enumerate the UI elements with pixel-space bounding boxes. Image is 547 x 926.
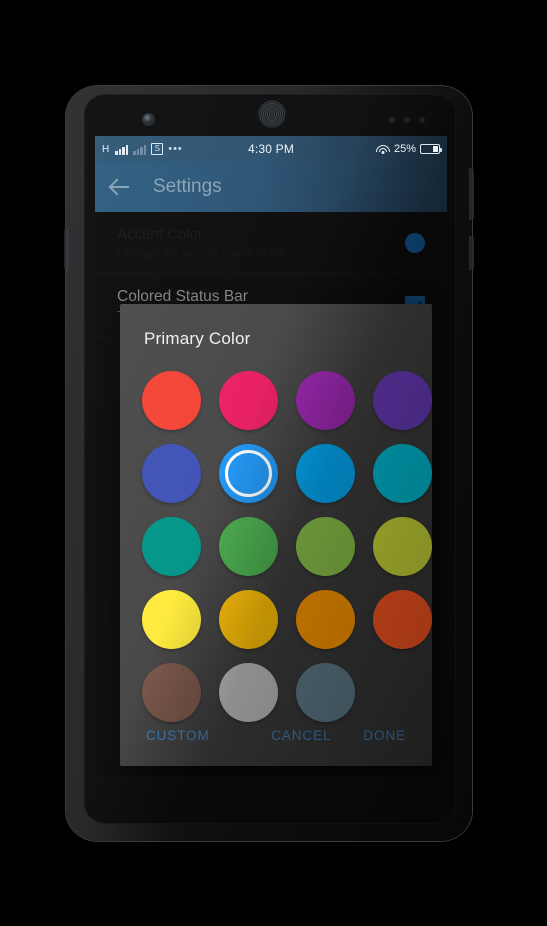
dialog-actions: CUSTOM CANCEL DONE	[120, 704, 432, 766]
color-swatch-light-green[interactable]	[296, 517, 355, 576]
wifi-icon	[375, 144, 390, 155]
primary-color-dialog: Primary Color CUSTOM CANCEL DONE	[120, 304, 432, 766]
color-swatch-purple[interactable]	[296, 371, 355, 430]
volume-button[interactable]	[469, 236, 474, 270]
status-bar: H S ••• 4:30 PM 25%	[95, 136, 447, 162]
front-camera-icon	[143, 114, 154, 125]
notification-led-icon	[419, 117, 425, 123]
color-swatch-yellow[interactable]	[142, 590, 201, 649]
color-swatch-lime[interactable]	[373, 517, 432, 576]
color-swatch-orange[interactable]	[296, 590, 355, 649]
page-title: Settings	[153, 176, 222, 197]
status-bar-right: 25%	[271, 143, 442, 155]
arrow-back-icon[interactable]	[109, 176, 131, 198]
color-swatch-teal[interactable]	[142, 517, 201, 576]
earpiece-speaker-icon	[259, 101, 285, 127]
color-swatch-grid	[120, 349, 432, 722]
light-sensor-icon	[404, 117, 410, 123]
cancel-button[interactable]: CANCEL	[267, 722, 335, 749]
color-swatch-deep-purple[interactable]	[373, 371, 432, 430]
custom-button[interactable]: CUSTOM	[142, 722, 214, 749]
screenshot-stage: H S ••• 4:30 PM 25% Settings Accent Colo…	[0, 0, 547, 926]
color-swatch-red[interactable]	[142, 371, 201, 430]
done-button[interactable]: DONE	[359, 722, 410, 749]
color-swatch-indigo[interactable]	[142, 444, 201, 503]
battery-icon	[420, 144, 442, 154]
color-swatch-green[interactable]	[219, 517, 278, 576]
settings-list: Accent Color Change the accent theme col…	[95, 212, 447, 776]
phone-screen: H S ••• 4:30 PM 25% Settings Accent Colo…	[95, 136, 447, 776]
battery-percent-label: 25%	[393, 143, 416, 155]
color-swatch-blue[interactable]	[219, 444, 278, 503]
proximity-sensor-icon	[389, 117, 395, 123]
app-toolbar: Settings	[95, 162, 447, 212]
color-swatch-pink[interactable]	[219, 371, 278, 430]
color-swatch-cyan[interactable]	[373, 444, 432, 503]
power-button[interactable]	[469, 168, 474, 220]
color-swatch-amber[interactable]	[219, 590, 278, 649]
color-swatch-light-blue[interactable]	[296, 444, 355, 503]
dialog-title: Primary Color	[144, 329, 251, 348]
color-swatch-deep-orange[interactable]	[373, 590, 432, 649]
left-side-button[interactable]	[64, 228, 68, 270]
